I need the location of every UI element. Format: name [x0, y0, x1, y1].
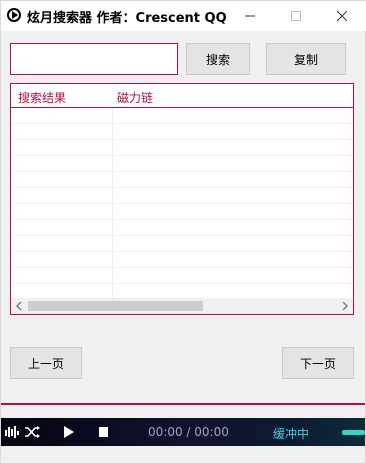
time-display: 00:00 / 00:00 — [148, 425, 229, 439]
empty-row — [11, 108, 353, 124]
empty-row — [11, 156, 353, 172]
empty-row — [11, 236, 353, 252]
empty-row — [11, 140, 353, 156]
copy-button[interactable]: 复制 — [266, 43, 346, 75]
music-player-bar: 00:00 / 00:00 缓冲中 — [1, 418, 365, 446]
scrollbar-thumb[interactable] — [28, 301, 203, 311]
empty-row — [11, 172, 353, 188]
equalizer-icon[interactable] — [4, 418, 20, 446]
search-input[interactable] — [10, 43, 178, 75]
column-divider — [112, 108, 113, 298]
close-icon — [337, 11, 347, 21]
prev-page-button[interactable]: 上一页 — [10, 347, 82, 379]
window-title: 炫月搜索器 作者：Crescent QQ:4… — [27, 11, 227, 26]
empty-row — [11, 252, 353, 268]
results-header: 搜索结果 磁力链 — [11, 84, 353, 108]
app-play-icon — [7, 8, 21, 22]
maximize-button[interactable] — [273, 1, 319, 31]
buffer-status: 缓冲中 — [273, 427, 310, 441]
scroll-left-icon[interactable] — [11, 298, 27, 314]
scroll-right-icon[interactable] — [337, 298, 353, 314]
results-list[interactable]: 搜索结果 磁力链 — [10, 83, 354, 315]
shuffle-icon[interactable] — [24, 418, 42, 446]
divider — [1, 403, 365, 405]
progress-bar[interactable] — [342, 430, 365, 435]
empty-row — [11, 124, 353, 140]
horizontal-scrollbar[interactable] — [11, 298, 353, 314]
search-button[interactable]: 搜索 — [186, 43, 250, 75]
empty-row — [11, 204, 353, 220]
play-icon[interactable] — [61, 418, 77, 446]
column-header-magnet[interactable]: 磁力链 — [117, 89, 153, 106]
minimize-button[interactable] — [227, 1, 273, 31]
stop-icon[interactable] — [96, 418, 110, 446]
title-bar: 炫月搜索器 作者：Crescent QQ:4… — [1, 1, 366, 31]
empty-row — [11, 268, 353, 284]
next-page-button[interactable]: 下一页 — [282, 347, 354, 379]
close-button[interactable] — [319, 1, 365, 31]
app-window: 炫月搜索器 作者：Crescent QQ:4… 搜索 复制 搜索结果 磁力链 — [0, 0, 366, 464]
empty-row — [11, 188, 353, 204]
empty-row — [11, 220, 353, 236]
column-header-result[interactable]: 搜索结果 — [18, 89, 66, 106]
